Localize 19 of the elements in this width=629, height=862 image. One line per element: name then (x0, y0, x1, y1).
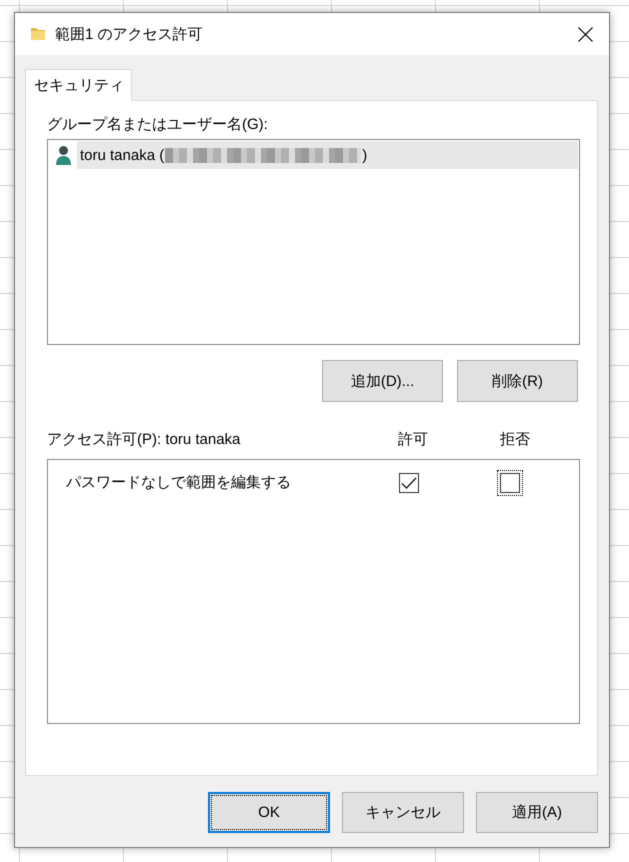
dialog-button[interactable]: OK (208, 792, 330, 833)
checkmark-icon (401, 476, 417, 490)
permission-label: アクセス許可(P): toru tanaka (47, 430, 240, 450)
column-header: 許可 (397, 430, 428, 450)
list-button[interactable]: 削除(R) (457, 360, 578, 402)
dialog-button[interactable]: 適用(A) (476, 792, 598, 833)
group-list-label: グループ名またはユーザー名(G): (47, 115, 268, 135)
window-title: 範囲1 のアクセス許可 (55, 24, 203, 44)
list-button[interactable]: 追加(D)... (322, 360, 443, 402)
folder-icon (30, 26, 46, 42)
close-icon[interactable] (578, 26, 593, 42)
column-header: 拒否 (499, 430, 530, 450)
permission-name: パスワードなしで範囲を編集する (66, 473, 291, 493)
checkbox[interactable] (399, 473, 419, 493)
user-list[interactable]: toru tanaka ( ) (47, 139, 580, 345)
list-item[interactable]: toru tanaka ( ) (77, 141, 578, 169)
dialog-button[interactable]: キャンセル (342, 792, 464, 833)
user-icon (55, 145, 72, 165)
tab[interactable]: セキュリティ (25, 69, 132, 101)
